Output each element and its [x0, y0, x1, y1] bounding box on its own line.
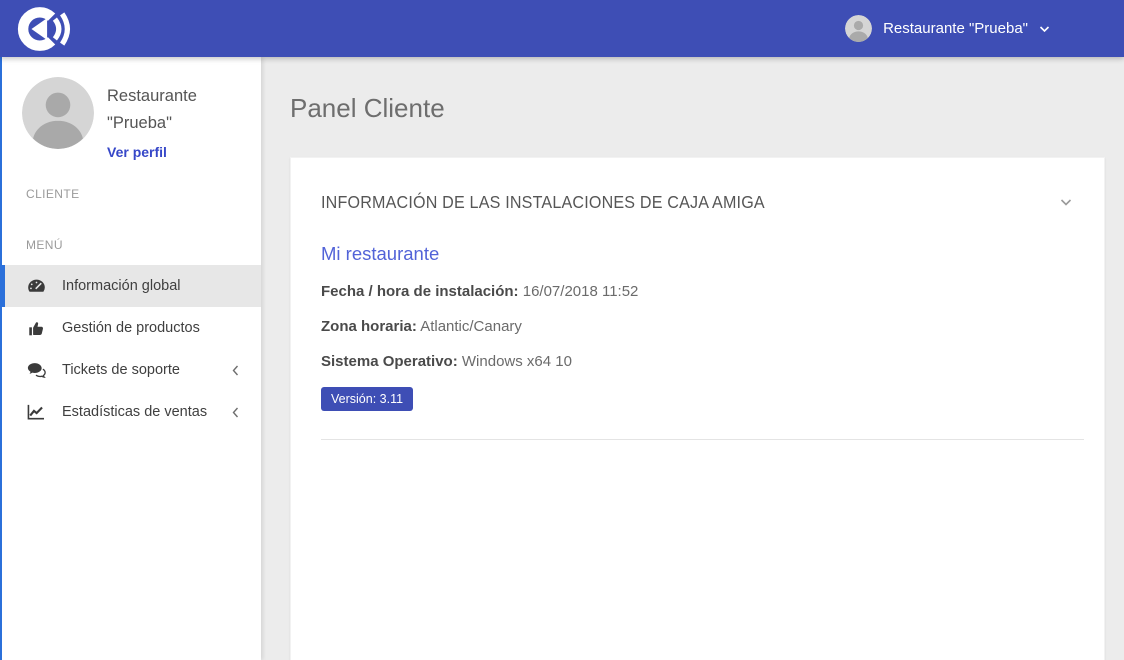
- field-value: Atlantic/Canary: [420, 318, 522, 335]
- chevron-down-icon: [1039, 25, 1050, 33]
- sidebar-item-tickets-de-soporte[interactable]: Tickets de soporte: [2, 349, 261, 391]
- field-label: Zona horaria:: [321, 318, 417, 335]
- avatar: [845, 15, 872, 42]
- topbar-user-name: Restaurante "Prueba": [883, 20, 1028, 37]
- sidebar-item-gestion-de-productos[interactable]: Gestión de productos: [2, 307, 261, 349]
- restaurant-name-link[interactable]: Mi restaurante: [321, 243, 439, 265]
- main-content: Panel Cliente INFORMACIÓN DE LAS INSTALA…: [261, 57, 1124, 660]
- field-label: Fecha / hora de instalación:: [321, 283, 519, 300]
- installations-card: INFORMACIÓN DE LAS INSTALACIONES DE CAJA…: [290, 157, 1105, 660]
- section-label-cliente: CLIENTE: [2, 187, 261, 201]
- version-badge: Versión: 3.11: [321, 387, 413, 411]
- field-label: Sistema Operativo:: [321, 353, 458, 370]
- topbar: Restaurante "Prueba": [0, 0, 1124, 57]
- sidebar-item-estadisticas-de-ventas[interactable]: Estadísticas de ventas: [2, 391, 261, 433]
- view-profile-link[interactable]: Ver perfil: [107, 144, 167, 160]
- sidebar-item-informacion-global[interactable]: Información global: [2, 265, 261, 307]
- field-install-datetime: Fecha / hora de instalación: 16/07/2018 …: [321, 283, 1074, 300]
- section-label-menu: MENÚ: [2, 238, 261, 252]
- sidebar-item-label: Tickets de soporte: [62, 362, 232, 378]
- collapse-card-button[interactable]: [1058, 196, 1074, 209]
- comments-icon: [26, 362, 46, 378]
- chevron-down-icon: [1060, 198, 1072, 207]
- sidebar: Restaurante "Prueba" Ver perfil CLIENTE …: [0, 57, 261, 660]
- caja-amiga-logo[interactable]: [0, 4, 77, 54]
- thumbs-up-icon: [26, 320, 46, 337]
- field-timezone: Zona horaria: Atlantic/Canary: [321, 318, 1074, 335]
- sidebar-item-label: Gestión de productos: [62, 320, 239, 336]
- user-menu[interactable]: Restaurante "Prueba": [845, 15, 1124, 42]
- sidebar-profile: Restaurante "Prueba" Ver perfil: [2, 57, 261, 162]
- field-value: Windows x64 10: [462, 353, 572, 370]
- logo-icon: [13, 4, 77, 54]
- page-title: Panel Cliente: [290, 93, 1105, 124]
- avatar: [22, 77, 94, 149]
- dashboard-icon: [26, 278, 46, 294]
- field-os: Sistema Operativo: Windows x64 10: [321, 353, 1074, 370]
- sidebar-menu: Información global Gestión de productos …: [2, 265, 261, 433]
- chevron-left-icon: [232, 407, 239, 418]
- chevron-left-icon: [232, 365, 239, 376]
- line-chart-icon: [26, 404, 46, 420]
- card-title: INFORMACIÓN DE LAS INSTALACIONES DE CAJA…: [321, 192, 765, 213]
- sidebar-item-label: Estadísticas de ventas: [62, 404, 232, 420]
- profile-name: Restaurante "Prueba": [107, 83, 219, 137]
- sidebar-item-label: Información global: [62, 278, 239, 294]
- divider: [321, 439, 1084, 440]
- field-value: 16/07/2018 11:52: [523, 283, 639, 300]
